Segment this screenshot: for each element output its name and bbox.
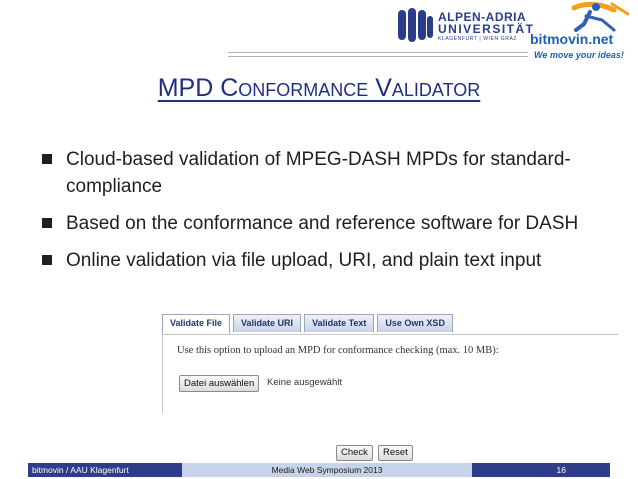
- file-status-text: Keine ausgewählt: [267, 377, 342, 388]
- upload-instruction: Use this option to upload an MPD for con…: [177, 345, 499, 356]
- header-divider-secondary: [228, 56, 528, 57]
- bullet-item: Based on the conformance and reference s…: [40, 210, 600, 237]
- university-logo: ALPEN-ADRIA UNIVERSITÄT KLAGENFURT | WIE…: [398, 6, 533, 46]
- bullet-text: Online validation via file upload, URI, …: [66, 250, 542, 271]
- bullet-text: Based on the conformance and reference s…: [66, 213, 579, 234]
- university-logo-mark: [398, 8, 433, 42]
- page-number: 16: [556, 465, 566, 475]
- university-locations: KLAGENFURT | WIEN GRAZ: [438, 36, 518, 42]
- slide-title: MPD Conformance Validator: [0, 74, 638, 103]
- bullet-text: Cloud-based validation of MPEG-DASH MPDs…: [66, 149, 571, 197]
- tab-use-own-xsd[interactable]: Use Own XSD: [377, 314, 453, 332]
- bullet-item: Cloud-based validation of MPEG-DASH MPDs…: [40, 146, 600, 200]
- choose-file-button[interactable]: Datei auswählen: [179, 375, 260, 392]
- bullet-list: Cloud-based validation of MPEG-DASH MPDs…: [40, 146, 600, 284]
- bullet-square-icon: [42, 218, 52, 228]
- check-button[interactable]: Check: [336, 445, 373, 461]
- slide-footer: bitmovin / AAU Klagenfurt Media Web Symp…: [28, 463, 610, 477]
- bitmovin-logo: bitmovin.net We move your ideas!: [524, 0, 638, 64]
- reset-button[interactable]: Reset: [378, 445, 413, 461]
- tab-validate-text[interactable]: Validate Text: [304, 314, 375, 332]
- bullet-square-icon: [42, 255, 52, 265]
- footer-affiliation: bitmovin / AAU Klagenfurt: [28, 463, 182, 477]
- tab-validate-file[interactable]: Validate File: [162, 314, 231, 334]
- bitmovin-brand-name: bitmovin.net: [530, 31, 614, 47]
- slide-title-text: MPD Conformance Validator: [157, 74, 481, 102]
- bitmovin-figure-icon: [571, 1, 630, 32]
- university-name-line2: UNIVERSITÄT: [438, 22, 535, 36]
- footer-event: Media Web Symposium 2013: [182, 463, 472, 477]
- bullet-item: Online validation via file upload, URI, …: [40, 247, 600, 274]
- validator-tabs: Validate File Validate URI Validate Text…: [162, 314, 456, 334]
- tab-validate-uri[interactable]: Validate URI: [233, 314, 302, 332]
- bitmovin-slogan: We move your ideas!: [534, 50, 624, 60]
- header-divider: [228, 52, 528, 53]
- bullet-square-icon: [42, 154, 52, 164]
- footer-page: 16: [472, 463, 610, 477]
- validator-panel: Use this option to upload an MPD for con…: [162, 334, 619, 413]
